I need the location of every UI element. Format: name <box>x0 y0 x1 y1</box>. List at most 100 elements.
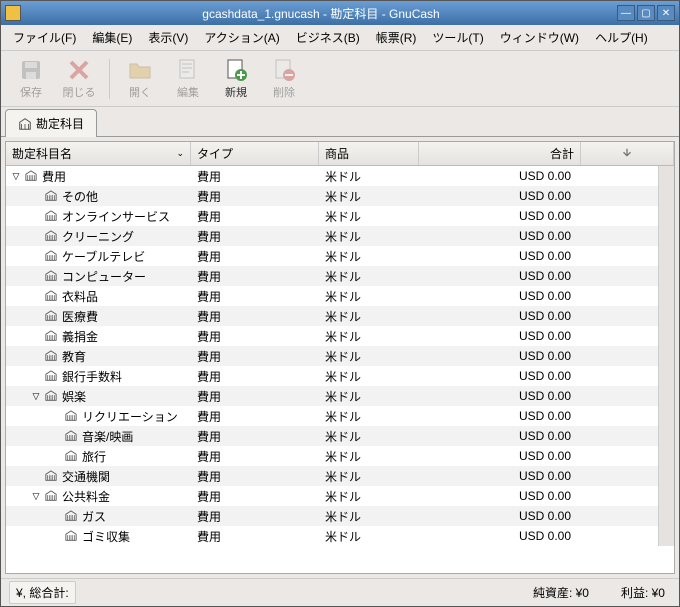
folder-open-icon <box>128 58 152 82</box>
cell-commodity: 米ドル <box>319 446 419 466</box>
table-row[interactable]: コンピューター費用米ドルUSD 0.00 <box>6 266 658 286</box>
menu-edit[interactable]: 編集(E) <box>84 26 140 49</box>
close-window-button[interactable]: ✕ <box>657 5 675 21</box>
account-name-cell[interactable]: ▽公共料金 <box>6 486 191 506</box>
main-window: gcashdata_1.gnucash - 勘定科目 - GnuCash — ▢… <box>0 0 680 607</box>
cell-type: 費用 <box>191 466 319 486</box>
table-row[interactable]: クリーニング費用米ドルUSD 0.00 <box>6 226 658 246</box>
table-row[interactable]: 音楽/映画費用米ドルUSD 0.00 <box>6 426 658 446</box>
table-row[interactable]: ガス費用米ドルUSD 0.00 <box>6 506 658 526</box>
cell-commodity: 米ドル <box>319 466 419 486</box>
account-name-label: 娯楽 <box>62 388 86 405</box>
menu-reports[interactable]: 帳票(R) <box>368 26 425 49</box>
header-type[interactable]: タイプ <box>191 142 319 165</box>
cell-commodity: 米ドル <box>319 226 419 246</box>
menu-view[interactable]: 表示(V) <box>140 26 196 49</box>
account-name-label: 交通機関 <box>62 468 110 485</box>
account-name-cell[interactable]: 銀行手数料 <box>6 366 191 386</box>
table-row[interactable]: 医療費費用米ドルUSD 0.00 <box>6 306 658 326</box>
account-name-cell[interactable]: クリーニング <box>6 226 191 246</box>
table-row[interactable]: 銀行手数料費用米ドルUSD 0.00 <box>6 366 658 386</box>
account-name-cell[interactable]: ゴミ収集 <box>6 526 191 546</box>
account-icon <box>64 530 78 542</box>
account-name-cell[interactable]: 教育 <box>6 346 191 366</box>
table-row[interactable]: その他費用米ドルUSD 0.00 <box>6 186 658 206</box>
account-name-cell[interactable]: ▽費用 <box>6 166 191 186</box>
table-row[interactable]: 義捐金費用米ドルUSD 0.00 <box>6 326 658 346</box>
account-name-cell[interactable]: 医療費 <box>6 306 191 326</box>
account-name-cell[interactable]: その他 <box>6 186 191 206</box>
status-grand-total[interactable]: ¥, 総合計: <box>9 581 76 604</box>
account-name-cell[interactable]: ケーブルテレビ <box>6 246 191 266</box>
menu-windows[interactable]: ウィンドウ(W) <box>492 26 587 49</box>
maximize-button[interactable]: ▢ <box>637 5 655 21</box>
status-profit: 利益: ¥0 <box>615 582 671 603</box>
column-options-icon <box>620 147 634 161</box>
cell-total: USD 0.00 <box>419 166 577 186</box>
table-row[interactable]: リクリエーション費用米ドルUSD 0.00 <box>6 406 658 426</box>
delete-button: 削除 <box>262 55 306 103</box>
cell-commodity: 米ドル <box>319 346 419 366</box>
account-name-cell[interactable]: 音楽/映画 <box>6 426 191 446</box>
account-name-cell[interactable]: ガス <box>6 506 191 526</box>
cell-total: USD 0.00 <box>419 246 577 266</box>
cell-total: USD 0.00 <box>419 366 577 386</box>
table-row[interactable]: 旅行費用米ドルUSD 0.00 <box>6 446 658 466</box>
table-row[interactable]: オンラインサービス費用米ドルUSD 0.00 <box>6 206 658 226</box>
minimize-button[interactable]: — <box>617 5 635 21</box>
tab-accounts[interactable]: 勘定科目 <box>5 109 97 137</box>
account-icon <box>64 410 78 422</box>
account-name-label: 銀行手数料 <box>62 368 122 385</box>
expander-icon[interactable]: ▽ <box>30 391 42 402</box>
menu-actions[interactable]: アクション(A) <box>196 26 287 49</box>
tabbar: 勘定科目 <box>1 107 679 137</box>
cell-type: 費用 <box>191 386 319 406</box>
tab-label: 勘定科目 <box>36 115 84 132</box>
header-options[interactable] <box>581 142 674 165</box>
account-name-cell[interactable]: 衣料品 <box>6 286 191 306</box>
header-name[interactable]: 勘定科目名⌄ <box>6 142 191 165</box>
account-name-cell[interactable]: 義捐金 <box>6 326 191 346</box>
menu-help[interactable]: ヘルプ(H) <box>587 26 656 49</box>
account-name-label: コンピューター <box>62 268 146 285</box>
table-row[interactable]: ▽費用費用米ドルUSD 0.00 <box>6 166 658 186</box>
table-row[interactable]: 交通機関費用米ドルUSD 0.00 <box>6 466 658 486</box>
cell-total: USD 0.00 <box>419 286 577 306</box>
cell-type: 費用 <box>191 406 319 426</box>
table-row[interactable]: 教育費用米ドルUSD 0.00 <box>6 346 658 366</box>
table-row[interactable]: ▽娯楽費用米ドルUSD 0.00 <box>6 386 658 406</box>
delete-icon <box>272 58 296 82</box>
cell-commodity: 米ドル <box>319 206 419 226</box>
toolbar: 保存 閉じる 開く 編集 新規 削除 <box>1 51 679 107</box>
account-name-label: 旅行 <box>82 448 106 465</box>
header-commodity[interactable]: 商品 <box>319 142 419 165</box>
expander-icon[interactable]: ▽ <box>30 491 42 502</box>
account-name-label: 衣料品 <box>62 288 98 305</box>
menu-tools[interactable]: ツール(T) <box>424 26 491 49</box>
account-name-cell[interactable]: オンラインサービス <box>6 206 191 226</box>
account-name-cell[interactable]: ▽ 娯楽 <box>6 386 191 406</box>
expander-icon[interactable]: ▽ <box>10 171 22 182</box>
close-button: 閉じる <box>57 55 101 103</box>
titlebar[interactable]: gcashdata_1.gnucash - 勘定科目 - GnuCash — ▢… <box>1 1 679 25</box>
account-name-cell[interactable]: 旅行 <box>6 446 191 466</box>
account-name-label: 医療費 <box>62 308 98 325</box>
cell-commodity: 米ドル <box>319 386 419 406</box>
new-button[interactable]: 新規 <box>214 55 258 103</box>
account-icon <box>64 450 78 462</box>
table-row[interactable]: 衣料品費用米ドルUSD 0.00 <box>6 286 658 306</box>
account-name-cell[interactable]: 交通機関 <box>6 466 191 486</box>
table-row[interactable]: ▽公共料金費用米ドルUSD 0.00 <box>6 486 658 506</box>
cell-commodity: 米ドル <box>319 246 419 266</box>
menu-file[interactable]: ファイル(F) <box>5 26 84 49</box>
header-total[interactable]: 合計 <box>419 142 581 165</box>
menu-business[interactable]: ビジネス(B) <box>288 26 368 49</box>
table-row[interactable]: ゴミ収集費用米ドルUSD 0.00 <box>6 526 658 546</box>
account-name-cell[interactable]: コンピューター <box>6 266 191 286</box>
tree-body[interactable]: ▽費用費用米ドルUSD 0.00その他費用米ドルUSD 0.00オンラインサービ… <box>6 166 658 546</box>
table-row[interactable]: ケーブルテレビ費用米ドルUSD 0.00 <box>6 246 658 266</box>
cell-total: USD 0.00 <box>419 506 577 526</box>
cell-type: 費用 <box>191 526 319 546</box>
account-name-cell[interactable]: リクリエーション <box>6 406 191 426</box>
vertical-scrollbar[interactable] <box>658 166 674 546</box>
